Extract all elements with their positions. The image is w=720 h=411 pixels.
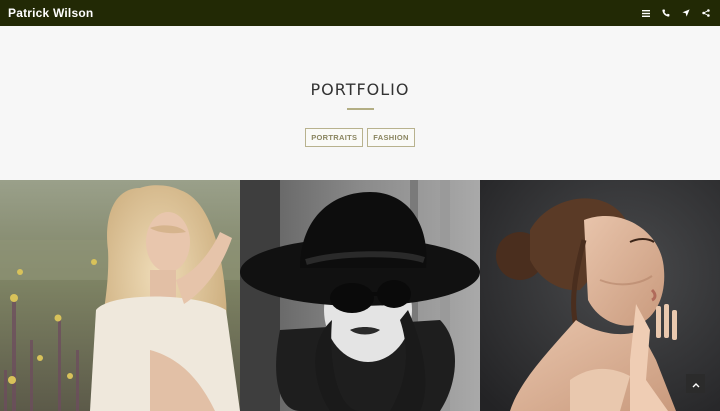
portfolio-section: PORTFOLIO PORTRAITS FASHION bbox=[0, 26, 720, 180]
filter-portraits[interactable]: PORTRAITS bbox=[305, 128, 364, 147]
location-arrow-icon[interactable] bbox=[680, 7, 692, 19]
photo-blonde-woman bbox=[0, 180, 240, 411]
gallery-item-blonde-woman[interactable] bbox=[0, 180, 240, 411]
navbar-icons bbox=[640, 7, 712, 19]
menu-icon[interactable] bbox=[640, 7, 652, 19]
gallery-item-black-hat-woman[interactable] bbox=[240, 180, 480, 411]
title-divider bbox=[347, 108, 374, 110]
photo-black-hat-woman bbox=[240, 180, 480, 411]
filter-fashion[interactable]: FASHION bbox=[367, 128, 415, 147]
portfolio-filters: PORTRAITS FASHION bbox=[0, 128, 720, 147]
gallery-item-hair-bun-woman[interactable] bbox=[480, 180, 720, 411]
phone-icon[interactable] bbox=[660, 7, 672, 19]
top-navbar: Patrick Wilson bbox=[0, 0, 720, 26]
site-brand[interactable]: Patrick Wilson bbox=[8, 6, 93, 20]
portfolio-title: PORTFOLIO bbox=[310, 80, 410, 99]
share-icon[interactable] bbox=[700, 7, 712, 19]
portfolio-gallery bbox=[0, 180, 720, 411]
chevron-up-icon bbox=[692, 375, 700, 393]
back-to-top-button[interactable] bbox=[686, 374, 705, 393]
photo-hair-bun-woman bbox=[480, 180, 720, 411]
